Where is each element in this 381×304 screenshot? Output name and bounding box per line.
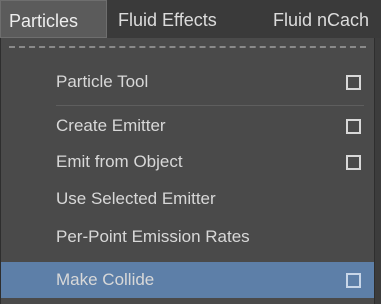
- menu-fluid-effects[interactable]: Fluid Effects: [118, 0, 217, 38]
- background-panel-edge: [375, 38, 381, 304]
- menu-particles[interactable]: Particles: [0, 0, 107, 38]
- maya-particles-menu-screen: Particles Fluid Effects Fluid nCach Part…: [0, 0, 381, 304]
- menu-item-per-point-emission-rates[interactable]: Per-Point Emission Rates: [1, 219, 374, 255]
- menu-item-label: Per-Point Emission Rates: [56, 227, 250, 246]
- particles-dropdown-menu: Particle Tool Create Emitter Emit from O…: [0, 38, 375, 304]
- menu-fluid-ncache[interactable]: Fluid nCach: [273, 0, 369, 38]
- menu-item-label: Create Emitter: [56, 116, 166, 135]
- menu-item-label: Make Collide: [56, 270, 155, 289]
- option-box-icon[interactable]: [346, 273, 361, 288]
- menu-item-particle-tool[interactable]: Particle Tool: [1, 64, 374, 100]
- option-box-icon[interactable]: [346, 155, 361, 170]
- option-box-icon[interactable]: [346, 75, 361, 90]
- menu-item-use-selected-emitter[interactable]: Use Selected Emitter: [1, 181, 374, 217]
- menu-item-label: Use Selected Emitter: [56, 189, 216, 208]
- menu-item-make-collide[interactable]: Make Collide: [1, 262, 374, 298]
- menu-item-create-emitter[interactable]: Create Emitter: [1, 108, 374, 144]
- tear-off-handle[interactable]: [9, 46, 366, 48]
- menu-item-emit-from-object[interactable]: Emit from Object: [1, 144, 374, 180]
- menu-item-label: Particle Tool: [56, 72, 149, 91]
- menu-item-label: Emit from Object: [56, 152, 183, 171]
- option-box-icon[interactable]: [346, 119, 361, 134]
- menu-separator: [56, 105, 364, 106]
- menu-bar: Particles Fluid Effects Fluid nCach: [0, 0, 381, 39]
